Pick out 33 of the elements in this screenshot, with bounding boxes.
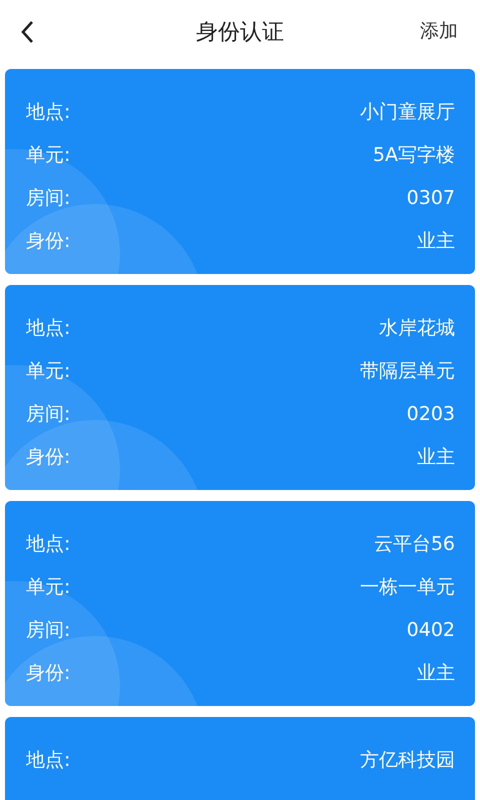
field-label: 房间: (26, 402, 70, 426)
identity-card[interactable]: 地点: 云平台56 单元: 一栋一单元 房间: 0402 身份: 业主 (5, 501, 475, 706)
field-label: 身份: (26, 228, 70, 254)
back-icon[interactable] (20, 20, 34, 44)
add-button[interactable]: 添加 (420, 18, 458, 44)
field-value: 0402 (406, 618, 455, 640)
field-value: 带隔层单元 (360, 358, 455, 384)
field-value: 业主 (417, 228, 455, 254)
field-label: 地点: (26, 100, 70, 124)
field-value: 水岸花城 (379, 316, 455, 340)
field-label: 地点: (26, 532, 70, 556)
field-value: 业主 (417, 660, 455, 686)
field-value: 云平台56 (374, 532, 455, 556)
field-label: 地点: (26, 748, 70, 772)
field-label: 身份: (26, 444, 70, 470)
field-value: 0203 (406, 402, 455, 424)
field-label: 地点: (26, 316, 70, 340)
identity-card[interactable]: 地点: 方亿科技园 (5, 717, 475, 800)
field-value: 方亿科技园 (360, 748, 455, 772)
field-label: 单元: (26, 142, 70, 168)
field-label: 身份: (26, 660, 70, 686)
field-value: 业主 (417, 444, 455, 470)
field-label: 房间: (26, 618, 70, 642)
field-value: 一栋一单元 (360, 574, 455, 600)
field-label: 单元: (26, 574, 70, 600)
field-label: 单元: (26, 358, 70, 384)
field-label: 房间: (26, 186, 70, 210)
page-title: 身份认证 (196, 19, 284, 47)
field-value: 0307 (406, 186, 455, 208)
field-value: 5A写字楼 (372, 142, 455, 168)
field-value: 小门童展厅 (360, 100, 455, 124)
identity-card[interactable]: 地点: 小门童展厅 单元: 5A写字楼 房间: 0307 身份: 业主 (5, 69, 475, 274)
identity-card[interactable]: 地点: 水岸花城 单元: 带隔层单元 房间: 0203 身份: 业主 (5, 285, 475, 490)
